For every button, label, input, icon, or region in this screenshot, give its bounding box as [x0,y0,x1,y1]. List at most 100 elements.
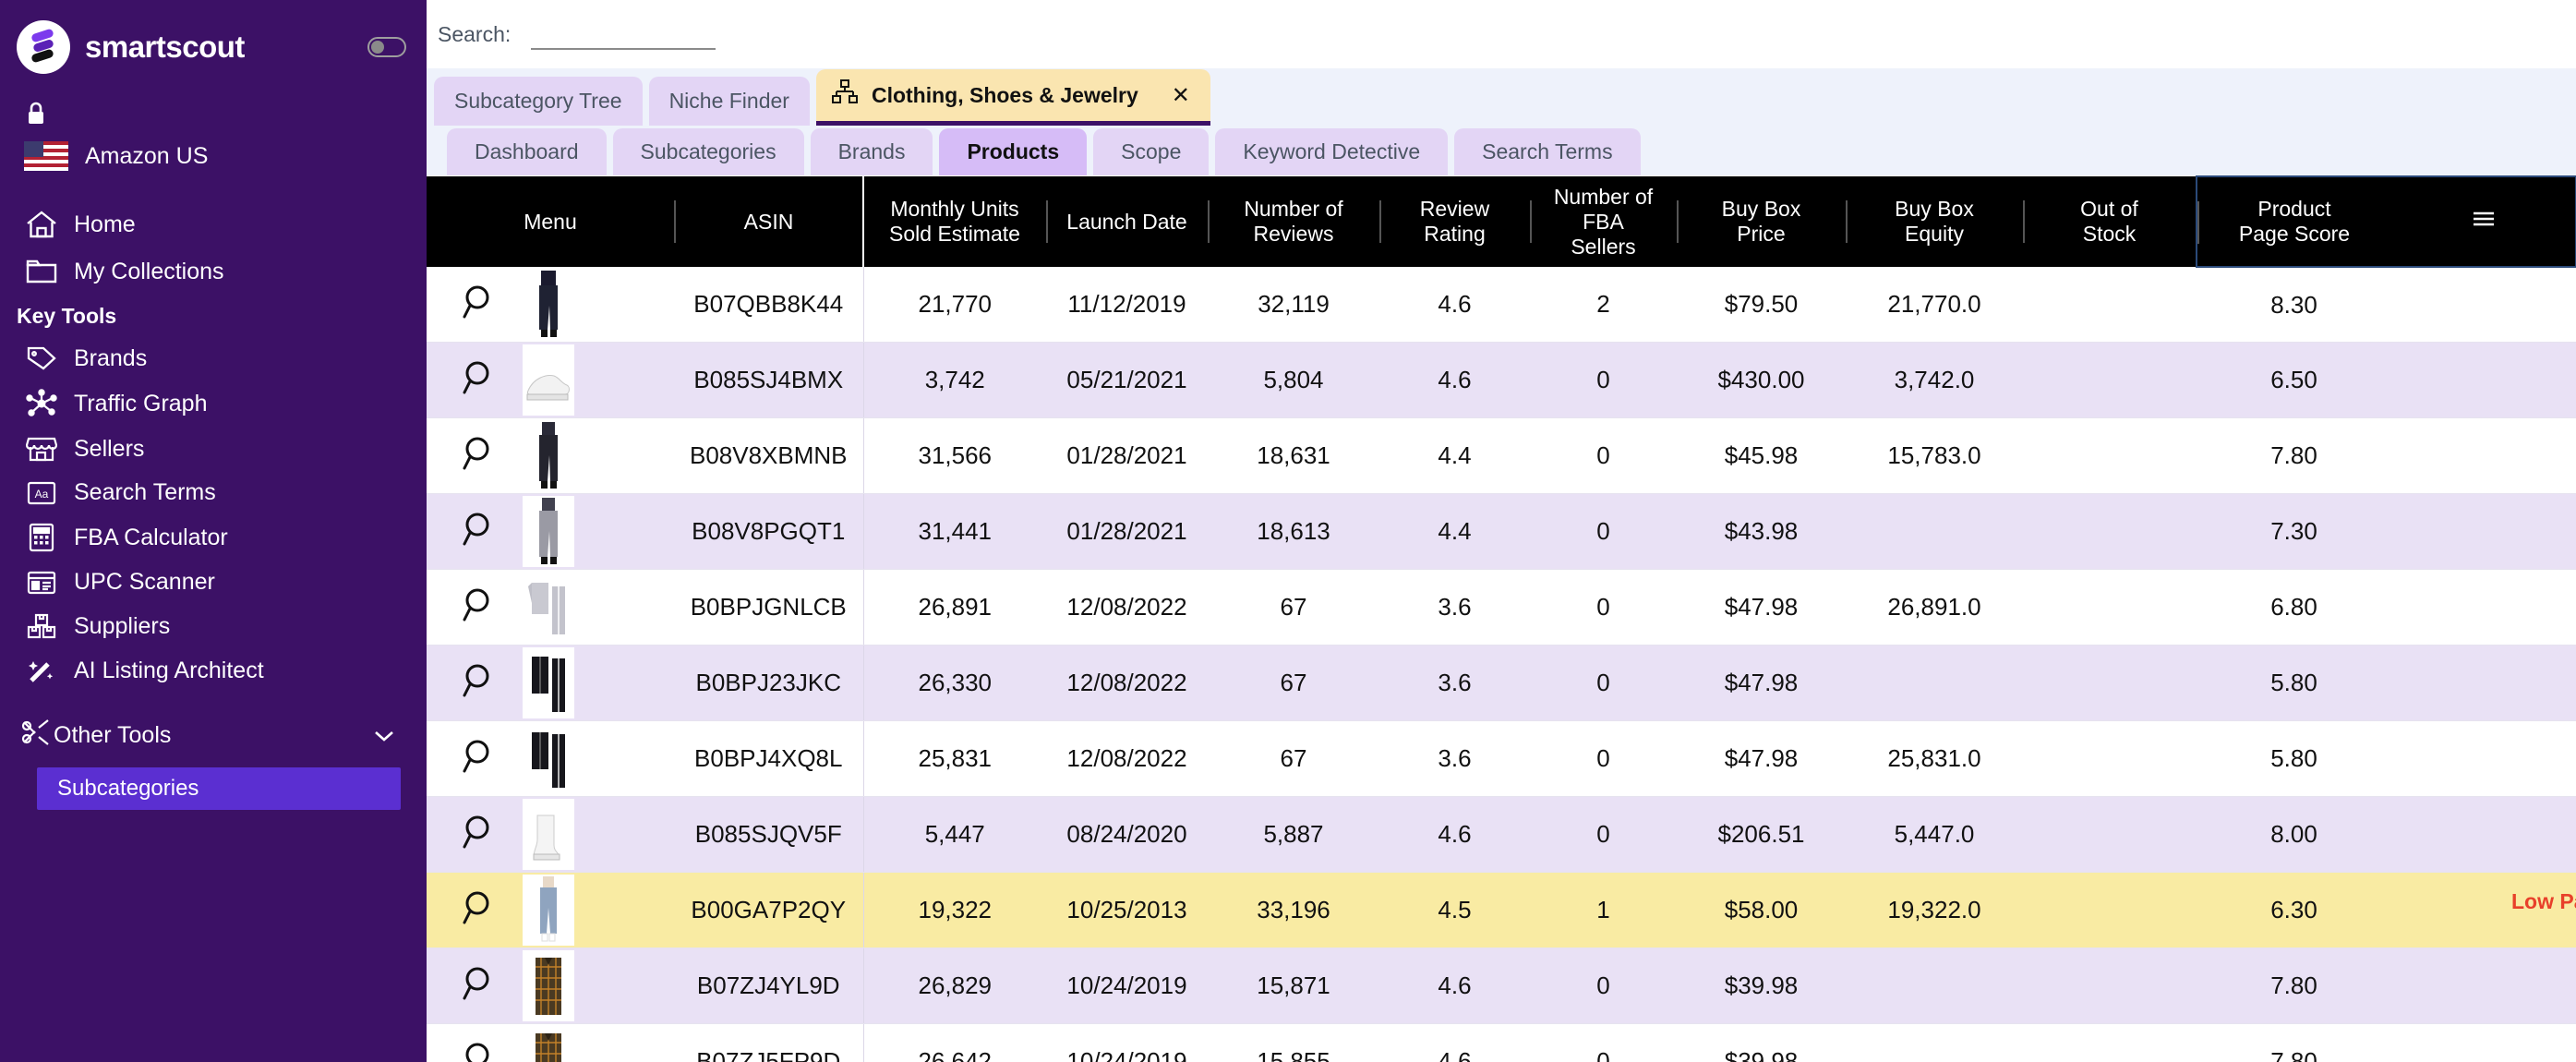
tab-niche-finder[interactable]: Niche Finder [648,77,810,126]
table-row[interactable]: B07ZJ5FP9D 26,642 10/24/2019 15,855 4.6 0 $39.… [427,1023,2576,1062]
column-divider [1677,200,1679,243]
magnifier-icon[interactable] [462,585,499,629]
primary-tab-strip: Subcategory Tree Niche Finder Clothing, … [427,68,2576,126]
products-table: Menu ASIN Monthly Units Sold Estimate La… [427,175,2576,1062]
table-row[interactable]: B085SJ4BMX 3,742 05/21/2021 5,804 4.6 0 $430.0… [427,342,2576,418]
magnifier-icon[interactable] [462,888,499,932]
cell-units: 31,441 [863,493,1046,570]
tab-dashboard[interactable]: Dashboard [447,128,607,175]
column-header-out-of-stock[interactable]: Out of Stock [2023,176,2197,267]
table-row[interactable]: B07QBB8K44 21,770 11/12/2019 32,119 4.6 2 $79.… [427,267,2576,343]
cell-score: 5.80 [2197,645,2391,721]
magnifier-icon[interactable] [462,964,499,1008]
product-thumbnail [523,875,574,946]
column-header-launch-date[interactable]: Launch Date [1046,176,1208,267]
column-options-menu[interactable] [2391,175,2576,268]
cell-equity [1846,947,2023,1024]
dark-mode-toggle[interactable] [367,37,406,57]
table-row[interactable]: B0BPJGNLCB 26,891 12/08/2022 67 3.6 0 $47.98 26… [427,569,2576,646]
column-divider [674,200,676,243]
table-row[interactable]: B0BPJ23JKC 26,330 12/08/2022 67 3.6 0 $47.98 5.… [427,645,2576,721]
table-row[interactable]: B07ZJ4YL9D 26,829 10/24/2019 15,871 4.6 0 $39.… [427,947,2576,1024]
sidebar-item-sellers[interactable]: Sellers [0,427,427,471]
column-header-buy-box-equity[interactable]: Buy Box Equity [1846,176,2023,267]
sidebar-item-label: AI Listing Architect [74,657,264,683]
sidebar-item-suppliers[interactable]: Suppliers [0,604,427,648]
column-header-asin[interactable]: ASIN [674,176,863,267]
column-header-buy-box-price[interactable]: Buy Box Price [1677,176,1846,267]
cell-asin: B085SJQV5F [674,796,864,873]
close-icon[interactable]: ✕ [1172,82,1190,109]
header-row: Menu ASIN Monthly Units Sold Estimate La… [427,175,2576,268]
cell-fba: 0 [1530,493,1677,570]
sidebar-item-subcategories[interactable]: Subcategories [37,767,401,810]
tab-subcategories[interactable]: Subcategories [612,128,804,175]
cell-fba: 0 [1530,796,1677,873]
cell-launch: 10/25/2013 [1046,872,1208,948]
tab-brands[interactable]: Brands [810,128,933,175]
cell-fba: 0 [1530,947,1677,1024]
tab-subcategory-tree[interactable]: Subcategory Tree [434,77,643,126]
storefront-icon [20,435,63,463]
cell-oos [2023,1023,2197,1062]
magnifier-icon[interactable] [462,283,499,326]
sidebar-item-traffic-graph[interactable]: Traffic Graph [0,380,427,427]
cell-menu [427,417,674,494]
table-row[interactable]: B08V8XBMNB 31,566 01/28/2021 18,631 4.4 0 $45.… [427,417,2576,494]
cell-reviews: 15,871 [1208,947,1379,1024]
magnifier-icon[interactable] [462,737,499,780]
sidebar-item-fba-calculator[interactable]: FBA Calculator [0,514,427,561]
tab-search-terms[interactable]: Search Terms [1454,128,1641,175]
sidebar-item-my-collections[interactable]: My Collections [0,248,427,295]
sidebar-item-search-terms[interactable]: Aa Search Terms [0,471,427,514]
column-header-number-of-fba-sellers[interactable]: Number of FBA Sellers [1530,176,1677,267]
magnifier-icon[interactable] [462,434,499,477]
column-label: Number of [1553,184,1654,209]
cell-launch: 10/24/2019 [1046,947,1208,1024]
magnifier-icon[interactable] [462,1040,499,1062]
tab-label: Scope [1121,139,1182,163]
column-label-2: Equity [1905,222,1964,246]
cell-menu [427,796,674,873]
cell-rowmenu [2391,947,2576,1024]
lock-row[interactable] [0,81,427,132]
tab-keyword-detective[interactable]: Keyword Detective [1215,128,1449,175]
tab-label: Subcategory Tree [454,89,622,113]
column-header-monthly-units-sold-estimate[interactable]: Monthly Units Sold Estimate [862,176,1046,267]
product-thumbnail [523,572,574,643]
sidebar-item-brands[interactable]: Brands [0,336,427,380]
column-header-number-of-reviews[interactable]: Number of Reviews [1208,176,1379,267]
table-row[interactable]: B08V8PGQT1 31,441 01/28/2021 18,613 4.4 0 $43.… [427,493,2576,570]
magnifier-icon[interactable] [462,661,499,705]
cell-rating: 4.4 [1379,493,1530,570]
cell-units: 26,330 [863,645,1046,721]
table-row[interactable]: B00GA7P2QY 19,322 10/25/2013 33,196 4.5 1 $58.… [427,872,2576,948]
cell-score: 7.80 [2197,417,2391,494]
search-input[interactable] [531,18,716,50]
sidebar-item-ai-listing-architect[interactable]: AI Listing Architect [0,648,427,693]
magnifier-icon[interactable] [462,510,499,553]
magnifier-icon[interactable] [462,358,499,402]
table-header: Menu ASIN Monthly Units Sold Estimate La… [427,175,2576,268]
tab-products[interactable]: Products [939,128,1088,175]
table-row[interactable]: B0BPJ4XQ8L 25,831 12/08/2022 67 3.6 0 $47.98 25… [427,720,2576,797]
column-header-product-page-score[interactable]: Product Page Score [2196,175,2391,268]
table-row[interactable]: B085SJQV5F 5,447 08/24/2020 5,887 4.6 0 $206.5… [427,796,2576,873]
marketplace-selector[interactable]: Amazon US [0,132,427,180]
column-header-review-rating[interactable]: Review Rating [1379,176,1530,267]
sidebar-item-other-tools[interactable]: Other Tools [0,709,427,762]
sidebar-item-home[interactable]: Home [0,200,427,248]
tab-scope[interactable]: Scope [1093,128,1210,175]
sidebar-item-upc-scanner[interactable]: UPC Scanner [0,561,427,604]
magnifier-icon[interactable] [462,813,499,856]
cell-rating: 4.6 [1379,267,1530,343]
cell-menu [427,267,674,343]
column-label-3: Sellers [1571,234,1636,259]
cell-equity: 26,891.0 [1846,569,2023,646]
cell-equity: 15,783.0 [1846,417,2023,494]
cell-reviews: 67 [1208,720,1379,797]
column-header-menu[interactable]: Menu [427,176,674,267]
tab-clothing-shoes-jewelry[interactable]: Clothing, Shoes & Jewelry ✕ [815,69,1210,126]
app-root: smartscout Amazon US Home My Collections… [0,0,2576,1062]
cell-rowmenu [2391,645,2576,721]
